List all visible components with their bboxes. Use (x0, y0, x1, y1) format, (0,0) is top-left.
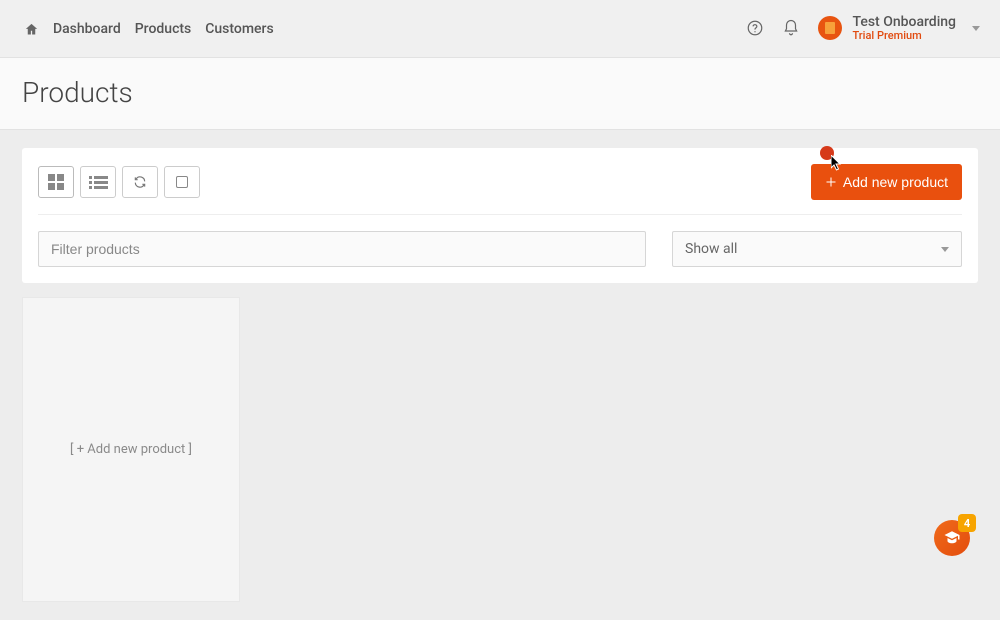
nav-customers[interactable]: Customers (205, 21, 273, 37)
refresh-icon (133, 175, 147, 189)
caret-down-icon (941, 247, 949, 252)
toolbar-left (38, 166, 200, 198)
help-fab[interactable]: 4 (934, 520, 970, 556)
nav-dashboard[interactable]: Dashboard (53, 21, 121, 37)
filter-input[interactable] (38, 231, 646, 267)
add-product-tile-label: [ + Add new product ] (70, 442, 192, 457)
chevron-down-icon (972, 26, 980, 31)
filter-row: Show all (38, 231, 962, 267)
square-icon (176, 176, 188, 188)
help-icon[interactable] (746, 19, 764, 37)
nav-products[interactable]: Products (135, 21, 192, 37)
cursor-arrow-icon (831, 155, 843, 171)
nav-left: Dashboard Products Customers (24, 20, 274, 37)
filter-select[interactable]: Show all (672, 231, 962, 267)
refresh-button[interactable] (122, 166, 158, 198)
stop-button[interactable] (164, 166, 200, 198)
filter-select-value: Show all (685, 241, 737, 257)
grid-icon (48, 174, 64, 190)
page-title: Products (22, 76, 978, 109)
home-icon[interactable] (24, 20, 39, 37)
account-tier: Trial Premium (852, 30, 956, 42)
help-fab-badge: 4 (958, 514, 976, 532)
account-menu[interactable]: Test Onboarding Trial Premium (818, 15, 980, 42)
toolbar-row: Add new product (38, 164, 962, 200)
product-grid: [ + Add new product ] (22, 283, 978, 602)
bell-icon[interactable] (782, 19, 800, 37)
page-header: Products (0, 58, 1000, 130)
top-nav: Dashboard Products Customers Test Onboar… (0, 0, 1000, 58)
avatar (818, 16, 842, 40)
list-view-button[interactable] (80, 166, 116, 198)
graduation-cap-icon (943, 529, 961, 547)
account-name: Test Onboarding (852, 15, 956, 30)
main-area: Add new product Show all [ + Add new pro… (0, 130, 1000, 620)
grid-view-button[interactable] (38, 166, 74, 198)
add-product-label: Add new product (843, 174, 948, 190)
list-icon (89, 176, 108, 189)
divider (38, 214, 962, 215)
nav-right: Test Onboarding Trial Premium (746, 15, 980, 42)
plus-icon (825, 176, 837, 188)
add-product-tile[interactable]: [ + Add new product ] (22, 297, 240, 602)
